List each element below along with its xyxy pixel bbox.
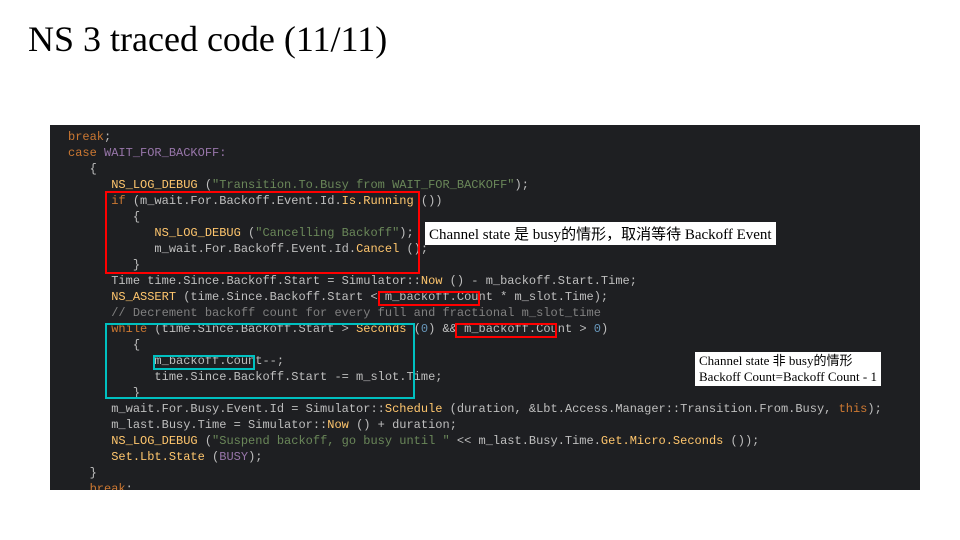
t: ); [515, 178, 529, 192]
t: ) && [428, 322, 464, 336]
t: * m_slot.Time); [493, 290, 608, 304]
t: ); [867, 402, 881, 416]
fn: Now [327, 418, 349, 432]
fn: Seconds [356, 322, 406, 336]
t: (); [399, 242, 428, 256]
t: ()); [723, 434, 759, 448]
t: Time time.Since.Backoff.Start = Simulato… [111, 274, 421, 288]
fn: NS_LOG_DEBUG [111, 178, 197, 192]
t: () + duration; [349, 418, 457, 432]
kw: break [90, 482, 126, 490]
t [68, 274, 111, 288]
fn: Is.Running [342, 194, 414, 208]
t [68, 370, 154, 384]
t: ( [241, 226, 255, 240]
t [68, 434, 111, 448]
t [68, 226, 154, 240]
t [68, 386, 133, 400]
t: (duration, &Lbt.Access.Manager::Transiti… [442, 402, 838, 416]
fn: NS_LOG_DEBUG [111, 434, 197, 448]
t [68, 306, 111, 320]
t: { [133, 338, 140, 352]
t: ( [198, 178, 212, 192]
t: (m_wait.For.Backoff.Event.Id. [126, 194, 342, 208]
str: "Transition.To.Busy from WAIT_FOR_BACKOF… [212, 178, 514, 192]
fn: NS_ASSERT [111, 290, 176, 304]
t: << m_last.Busy.Time. [450, 434, 601, 448]
t [68, 450, 111, 464]
comment: // Decrement backoff count for every ful… [111, 306, 601, 320]
annotation-cyan-line2: Backoff Count=Backoff Count - 1 [699, 369, 877, 385]
fn: Get.Micro.Seconds [601, 434, 723, 448]
const: BUSY [219, 450, 248, 464]
fn: NS_LOG_DEBUG [154, 226, 240, 240]
t [68, 482, 90, 490]
t: ( [407, 322, 421, 336]
t: ( [205, 450, 219, 464]
t: m_last.Busy.Time = Simulator:: [111, 418, 327, 432]
t [68, 210, 133, 224]
t: time.Since.Backoff.Start -= m_slot.Time; [154, 370, 442, 384]
t [68, 290, 111, 304]
t: } [90, 466, 97, 480]
t [68, 178, 111, 192]
t: ; [104, 130, 111, 144]
annotation-red: Channel state 是 busy的情形，取消等待 Backoff Eve… [425, 222, 776, 245]
t: (time.Since.Backoff.Start > [147, 322, 356, 336]
code-block: break; case WAIT_FOR_BACKOFF: { NS_LOG_D… [50, 125, 920, 490]
t [68, 402, 111, 416]
t: > [572, 322, 594, 336]
str: "Cancelling Backoff" [255, 226, 399, 240]
t: { [133, 210, 140, 224]
annotation-cyan-line1: Channel state 非 busy的情形 [699, 353, 877, 369]
t: m_backoff.Count [385, 290, 493, 304]
t: () - m_backoff.Start.Time; [442, 274, 636, 288]
t [68, 242, 154, 256]
t [68, 194, 111, 208]
t: } [133, 386, 140, 400]
t: ); [399, 226, 413, 240]
t: m_backoff.Count [154, 354, 262, 368]
t: { [90, 162, 97, 176]
t: } [133, 258, 140, 272]
page-title: NS 3 traced code (11/11) [0, 0, 960, 60]
t: ()) [414, 194, 443, 208]
t [68, 466, 90, 480]
t [68, 258, 133, 272]
t: ) [601, 322, 608, 336]
num: 0 [594, 322, 601, 336]
t [68, 322, 111, 336]
t: ; [126, 482, 133, 490]
fn: Schedule [385, 402, 443, 416]
t: m_backoff.Count [464, 322, 572, 336]
t: m_wait.For.Busy.Event.Id = Simulator:: [111, 402, 385, 416]
t: --; [262, 354, 284, 368]
t [68, 418, 111, 432]
kw: case [68, 146, 97, 160]
kw: if [111, 194, 125, 208]
const: WAIT_FOR_BACKOFF: [97, 146, 227, 160]
kw: this [839, 402, 868, 416]
fn: Set.Lbt.State [111, 450, 205, 464]
t: ( [198, 434, 212, 448]
fn: Now [421, 274, 443, 288]
str: "Suspend backoff, go busy until " [212, 434, 450, 448]
t: m_wait.For.Backoff.Event.Id. [154, 242, 356, 256]
t: ); [248, 450, 262, 464]
fn: Cancel [356, 242, 399, 256]
t: (time.Since.Backoff.Start < [176, 290, 385, 304]
t [68, 338, 133, 352]
annotation-cyan: Channel state 非 busy的情形 Backoff Count=Ba… [695, 352, 881, 386]
t [68, 354, 154, 368]
t [68, 162, 90, 176]
kw: while [111, 322, 147, 336]
kw: break [68, 130, 104, 144]
